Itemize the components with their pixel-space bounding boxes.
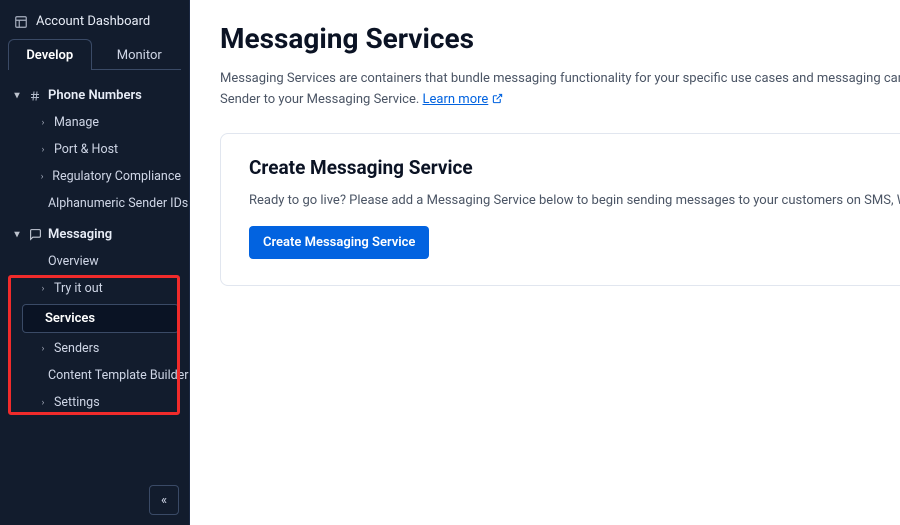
page-desc-line1: Messaging Services are containers that b… (220, 71, 900, 86)
sidebar-item-alphanumeric[interactable]: Alphanumeric Sender IDs (0, 190, 189, 217)
sidebar-item-overview[interactable]: Overview (0, 248, 189, 275)
card-title: Create Messaging Service (249, 156, 900, 179)
chevron-right-icon: › (38, 284, 48, 294)
sidebar-item-label: Alphanumeric Sender IDs (48, 196, 188, 211)
double-chevron-left-icon: « (161, 493, 167, 508)
sidebar-header-label: Account Dashboard (36, 14, 150, 29)
sidebar-item-label: Try it out (54, 281, 103, 296)
sidebar-item-content-template[interactable]: Content Template Builder (0, 362, 189, 389)
collapse-sidebar-button[interactable]: « (149, 485, 179, 515)
sidebar-item-senders[interactable]: › Senders (0, 335, 189, 362)
chevron-right-icon: › (38, 344, 48, 354)
page-title: Messaging Services (220, 22, 900, 55)
dashboard-icon (14, 15, 28, 29)
chevron-right-icon: › (38, 172, 46, 182)
sidebar-item-messaging[interactable]: ▾ Messaging (0, 221, 189, 248)
external-link-icon (492, 92, 503, 107)
chevron-right-icon: › (38, 398, 48, 408)
sidebar-item-label: Manage (54, 115, 99, 130)
sidebar-item-label: Services (45, 311, 95, 326)
sidebar-item-label: Overview (48, 254, 99, 269)
create-service-card: Create Messaging Service Ready to go liv… (220, 133, 900, 286)
sidebar-item-label: Messaging (48, 227, 112, 242)
sidebar-item-label: Settings (54, 395, 100, 410)
sidebar-item-label: Regulatory Compliance (52, 169, 181, 184)
sidebar-item-label: Phone Numbers (48, 88, 142, 103)
sidebar-header[interactable]: Account Dashboard (0, 0, 189, 39)
chevron-down-icon: ▾ (12, 229, 22, 240)
chevron-right-icon: › (38, 145, 48, 155)
sidebar-tree: ▾ Phone Numbers › Manage › Port & Host ›… (0, 70, 189, 525)
chat-icon (28, 228, 42, 241)
chevron-down-icon: ▾ (12, 90, 22, 101)
hash-icon (28, 90, 42, 102)
sidebar-item-port-host[interactable]: › Port & Host (0, 136, 189, 163)
sidebar-tabs: Develop Monitor (0, 39, 189, 70)
sidebar-item-try-it-out[interactable]: › Try it out (0, 275, 189, 302)
chevron-right-icon: › (38, 118, 48, 128)
sidebar-item-services[interactable]: Services (22, 304, 179, 333)
tab-monitor[interactable]: Monitor (98, 39, 182, 70)
learn-more-link[interactable]: Learn more (423, 92, 493, 107)
page-desc-line2-prefix: Sender to your Messaging Service. (220, 92, 423, 107)
sidebar: Account Dashboard Develop Monitor ▾ Phon… (0, 0, 190, 525)
sidebar-item-phone-numbers[interactable]: ▾ Phone Numbers (0, 82, 189, 109)
sidebar-item-regulatory[interactable]: › Regulatory Compliance (0, 163, 189, 190)
sidebar-item-label: Senders (54, 341, 99, 356)
page-description: Messaging Services are containers that b… (220, 69, 900, 111)
sidebar-item-manage[interactable]: › Manage (0, 109, 189, 136)
card-description: Ready to go live? Please add a Messaging… (249, 193, 900, 208)
tab-develop[interactable]: Develop (8, 39, 92, 70)
sidebar-item-label: Port & Host (54, 142, 118, 157)
create-messaging-service-button[interactable]: Create Messaging Service (249, 226, 429, 259)
main-content: Messaging Services Messaging Services ar… (190, 0, 900, 525)
sidebar-item-settings[interactable]: › Settings (0, 389, 189, 416)
sidebar-item-label: Content Template Builder (48, 368, 189, 383)
